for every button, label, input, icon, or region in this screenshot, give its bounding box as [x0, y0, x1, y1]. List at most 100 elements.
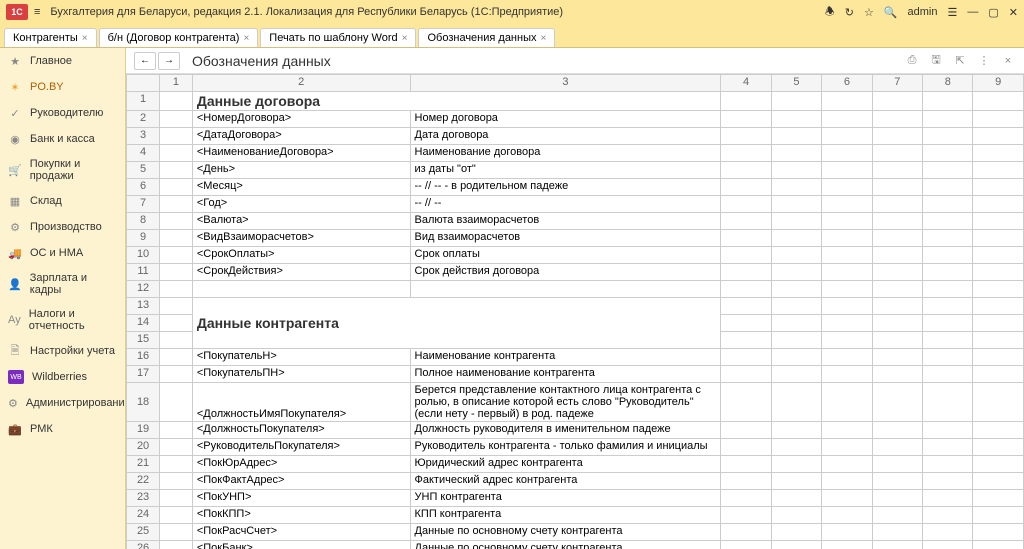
row-header[interactable]: 14	[127, 315, 160, 332]
corner-cell[interactable]	[127, 75, 160, 92]
col-header[interactable]: 1	[160, 75, 193, 92]
cell[interactable]: <ВидВзаиморасчетов>	[192, 230, 410, 247]
cell[interactable]: Руководитель контрагента - только фамили…	[410, 439, 721, 456]
cell[interactable]: <Валюта>	[192, 213, 410, 230]
sidebar-item-bank[interactable]: ◉Банк и касса	[0, 126, 125, 152]
row-header[interactable]: 20	[127, 439, 160, 456]
spreadsheet[interactable]: 1 2 3 4 5 6 7 8 9 1Данные договора 2<Ном…	[126, 74, 1024, 549]
history-icon[interactable]: ↻	[845, 6, 854, 19]
cell[interactable]: Валюта взаиморасчетов	[410, 213, 721, 230]
cell[interactable]: из даты "от"	[410, 162, 721, 179]
cell[interactable]: -- // --	[410, 196, 721, 213]
row-header[interactable]: 26	[127, 541, 160, 549]
cell[interactable]: Номер договора	[410, 111, 721, 128]
sidebar-item-warehouse[interactable]: ▦Склад	[0, 188, 125, 214]
cell[interactable]: Берется представление контактного лица к…	[410, 383, 721, 422]
cell[interactable]: УНП контрагента	[410, 490, 721, 507]
cell[interactable]: <ПокупательН>	[192, 349, 410, 366]
col-header[interactable]: 8	[923, 75, 973, 92]
row-header[interactable]: 2	[127, 111, 160, 128]
menu-icon[interactable]: ≡	[34, 6, 40, 18]
close-window-icon[interactable]: ✕	[1009, 6, 1018, 19]
close-icon[interactable]: ×	[1000, 53, 1016, 69]
cell[interactable]: <ПокБанк>	[192, 541, 410, 549]
cell[interactable]: Полное наименование контрагента	[410, 366, 721, 383]
save-icon[interactable]: 🖫	[928, 53, 944, 69]
cell[interactable]: <ПокУНП>	[192, 490, 410, 507]
cell[interactable]: <ПокЮрАдрес>	[192, 456, 410, 473]
row-header[interactable]: 6	[127, 179, 160, 196]
row-header[interactable]: 8	[127, 213, 160, 230]
cell[interactable]: Данные по основному счету контрагента	[410, 524, 721, 541]
row-header[interactable]: 1	[127, 92, 160, 111]
cell[interactable]: <ДолжностьИмяПокупателя>	[192, 383, 410, 422]
row-header[interactable]: 16	[127, 349, 160, 366]
sidebar-item-rmk[interactable]: 💼РМК	[0, 416, 125, 442]
col-header[interactable]: 4	[721, 75, 771, 92]
sidebar-item-admin[interactable]: ⚙Администрирование	[0, 390, 125, 416]
forward-button[interactable]: →	[158, 52, 180, 70]
close-icon[interactable]: ×	[402, 33, 408, 44]
print-icon[interactable]: ⎙	[904, 53, 920, 69]
sidebar-item-production[interactable]: ⚙Производство	[0, 214, 125, 240]
sidebar-item-manager[interactable]: ✓Руководителю	[0, 100, 125, 126]
row-header[interactable]: 22	[127, 473, 160, 490]
row-header[interactable]: 5	[127, 162, 160, 179]
sidebar-item-settings[interactable]: 🗎Настройки учета	[0, 338, 125, 364]
cell[interactable]: <СрокОплаты>	[192, 247, 410, 264]
cell[interactable]: <Месяц>	[192, 179, 410, 196]
cell[interactable]: <СрокДействия>	[192, 264, 410, 281]
bell-icon[interactable]: 🕭	[825, 3, 835, 22]
col-header[interactable]: 7	[872, 75, 922, 92]
cell[interactable]: <ДатаДоговора>	[192, 128, 410, 145]
cell[interactable]: <РуководительПокупателя>	[192, 439, 410, 456]
tab-print-word[interactable]: Печать по шаблону Word×	[260, 28, 416, 47]
sidebar-item-poby[interactable]: ✶PO.BY	[0, 74, 125, 100]
cell[interactable]: <НаименованиеДоговора>	[192, 145, 410, 162]
sidebar-item-wb[interactable]: WBWildberries	[0, 364, 125, 390]
settings-icon[interactable]: ☰	[948, 6, 958, 19]
row-header[interactable]: 18	[127, 383, 160, 422]
cell[interactable]: Данные по основному счету контрагента	[410, 541, 721, 549]
search-icon[interactable]: 🔍	[884, 6, 898, 19]
row-header[interactable]: 21	[127, 456, 160, 473]
export-icon[interactable]: ⇱	[952, 53, 968, 69]
cell[interactable]: <Год>	[192, 196, 410, 213]
col-header[interactable]: 6	[822, 75, 872, 92]
cell[interactable]: -- // -- - в родительном падеже	[410, 179, 721, 196]
col-header[interactable]: 5	[771, 75, 821, 92]
cell[interactable]: Вид взаиморасчетов	[410, 230, 721, 247]
minimize-icon[interactable]: —	[967, 6, 978, 18]
row-header[interactable]: 12	[127, 281, 160, 298]
star-icon[interactable]: ☆	[864, 6, 874, 19]
tab-contragents[interactable]: Контрагенты×	[4, 28, 97, 47]
cell[interactable]: Срок действия договора	[410, 264, 721, 281]
cell[interactable]: <ПокФактАдрес>	[192, 473, 410, 490]
close-icon[interactable]: ×	[82, 33, 88, 44]
row-header[interactable]: 11	[127, 264, 160, 281]
cell[interactable]: Срок оплаты	[410, 247, 721, 264]
user-label[interactable]: admin	[908, 6, 938, 18]
row-header[interactable]: 17	[127, 366, 160, 383]
row-header[interactable]: 24	[127, 507, 160, 524]
row-header[interactable]: 3	[127, 128, 160, 145]
row-header[interactable]: 23	[127, 490, 160, 507]
row-header[interactable]: 15	[127, 332, 160, 349]
col-header[interactable]: 3	[410, 75, 721, 92]
close-icon[interactable]: ×	[541, 33, 547, 44]
sidebar-item-salary[interactable]: 👤Зарплата и кадры	[0, 266, 125, 302]
col-header[interactable]: 9	[973, 75, 1024, 92]
cell[interactable]: <ПокКПП>	[192, 507, 410, 524]
back-button[interactable]: ←	[134, 52, 156, 70]
tab-contract[interactable]: б/н (Договор контрагента)×	[99, 28, 259, 47]
cell[interactable]: <ПокРасчСчет>	[192, 524, 410, 541]
more-icon[interactable]: ⋮	[976, 53, 992, 69]
tab-data-labels[interactable]: Обозначения данных×	[418, 28, 555, 47]
cell[interactable]: Фактический адрес контрагента	[410, 473, 721, 490]
row-header[interactable]: 9	[127, 230, 160, 247]
cell[interactable]: Должность руководителя в именительном па…	[410, 422, 721, 439]
sidebar-item-assets[interactable]: 🚚ОС и НМА	[0, 240, 125, 266]
row-header[interactable]: 19	[127, 422, 160, 439]
close-icon[interactable]: ×	[243, 33, 249, 44]
row-header[interactable]: 10	[127, 247, 160, 264]
